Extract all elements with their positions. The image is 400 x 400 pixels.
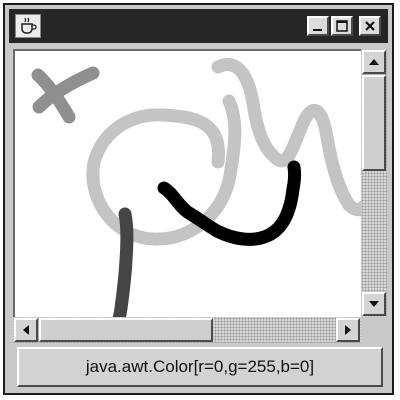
vertical-scroll-thumb[interactable]	[362, 75, 386, 171]
scrollbar-corner	[361, 317, 387, 343]
drawing-canvas[interactable]	[13, 49, 361, 317]
large-loop-stroke	[86, 94, 242, 246]
scroll-left-button[interactable]	[14, 318, 38, 342]
scroll-up-button[interactable]	[362, 50, 386, 74]
arrow-right-icon	[345, 325, 351, 335]
close-icon	[365, 21, 375, 31]
minimize-button[interactable]	[307, 16, 329, 36]
x-mark-stroke	[31, 66, 100, 124]
scroll-right-button[interactable]	[336, 318, 360, 342]
dark-vertical-stroke	[112, 207, 134, 317]
arrow-left-icon	[23, 325, 29, 335]
minimize-icon	[313, 29, 322, 31]
maximize-button[interactable]	[331, 16, 353, 36]
color-status-button[interactable]: java.awt.Color[r=0,g=255,b=0]	[17, 347, 383, 387]
scroll-down-button[interactable]	[362, 292, 386, 316]
maximize-icon	[336, 20, 348, 32]
java-coffee-cup-icon[interactable]	[15, 14, 41, 38]
title-bar[interactable]	[9, 9, 388, 43]
horizontal-scroll-thumb[interactable]	[39, 318, 213, 342]
vertical-scrollbar[interactable]	[361, 49, 387, 317]
arrow-up-icon	[369, 59, 379, 65]
close-button[interactable]	[359, 16, 381, 36]
horizontal-scrollbar[interactable]	[13, 317, 361, 343]
drawing-strokes	[31, 58, 361, 317]
arrow-down-icon	[369, 301, 379, 307]
app-window: java.awt.Color[r=0,g=255,b=0]	[3, 3, 394, 395]
